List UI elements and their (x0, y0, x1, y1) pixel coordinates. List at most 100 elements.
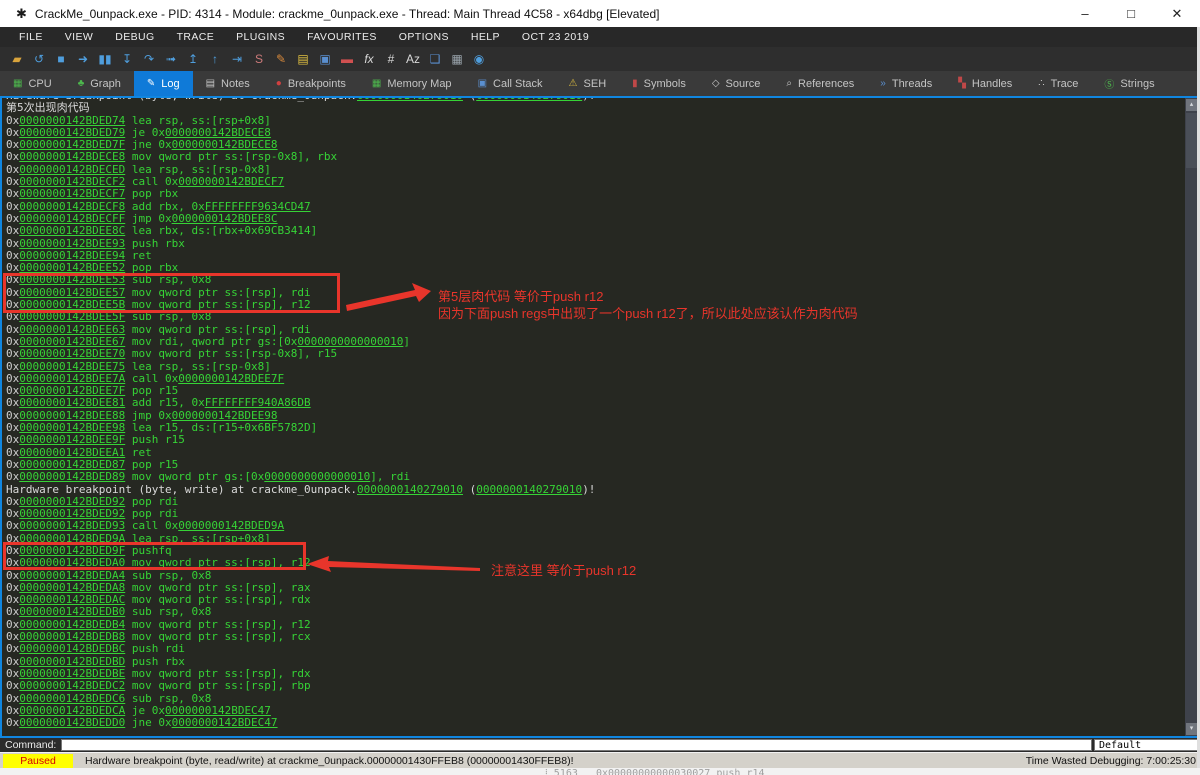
breakpoint-pill-icon[interactable]: ▬ (336, 48, 358, 70)
menu-help[interactable]: Help (460, 31, 511, 43)
address-link[interactable]: 0000000142BDEDC6 (19, 692, 125, 705)
menu-plugins[interactable]: Plugins (225, 31, 296, 43)
tab-call-stack[interactable]: ▣ Call Stack (465, 71, 556, 96)
address-link[interactable]: 0000000142BDEE7F (178, 372, 284, 385)
log-panel[interactable]: Hardware breakpoint (byte, write) at cra… (0, 96, 1200, 738)
address-link[interactable]: 0000000142BDECED (19, 163, 125, 176)
address-link[interactable]: 0000000142BDEEA1 (19, 446, 125, 459)
address-link[interactable]: 0000000142BDECF8 (19, 200, 125, 213)
address-link[interactable]: 0000000142BDEE94 (19, 249, 125, 262)
address-link[interactable]: 0000000142BDECE8 (165, 126, 271, 139)
tab-strings[interactable]: Ⓢ Strings (1091, 71, 1167, 96)
address-link[interactable]: 0000000142BDEE67 (19, 335, 125, 348)
address-link[interactable]: 0000000142BDECE8 (19, 150, 125, 163)
address-link[interactable]: 0000000142BDEE75 (19, 360, 125, 373)
address-link[interactable]: 0000000142BDECFF (19, 212, 125, 225)
tab-symbols[interactable]: ▮ Symbols (619, 71, 699, 96)
address-link[interactable]: 0000000142BDEDBC (19, 642, 125, 655)
address-link[interactable]: 0000000142BDECF7 (178, 175, 284, 188)
tab-breakpoints[interactable]: ● Breakpoints (263, 71, 359, 96)
menu-favourites[interactable]: Favourites (296, 31, 388, 43)
address-link[interactable]: FFFFFFFF9634CD47 (205, 200, 311, 213)
menu-debug[interactable]: Debug (104, 31, 165, 43)
tab-handles[interactable]: ▚ Handles (945, 71, 1025, 96)
address-link[interactable]: 0000000142BDED74 (19, 114, 125, 127)
address-link[interactable]: 0000000142BDEDBE (19, 667, 125, 680)
address-link[interactable]: 0000000142BDEE98 (19, 421, 125, 434)
address-link[interactable]: 0000000142BDEE81 (19, 396, 125, 409)
attach-icon[interactable]: ❑ (424, 48, 446, 70)
tab-notes[interactable]: ▤ Notes (193, 71, 263, 96)
stop-icon[interactable]: ■ (50, 48, 72, 70)
address-link[interactable]: 0000000142BDED92 (19, 495, 125, 508)
address-link[interactable]: 0000000142BDEE98 (172, 409, 278, 422)
menu-file[interactable]: File (8, 31, 54, 43)
address-link[interactable]: 0000000142BDEDCA (19, 704, 125, 717)
address-link[interactable]: 0000000142BDECE8 (172, 138, 278, 151)
address-link[interactable]: 0000000142BDECF7 (19, 187, 125, 200)
scrollbar-thumb[interactable] (1186, 113, 1197, 168)
address-link[interactable]: 0000000142BDED87 (19, 458, 125, 471)
open-file-icon[interactable]: ▰ (6, 48, 28, 70)
address-link[interactable]: 0000000142BDED7F (19, 138, 125, 151)
tab-seh[interactable]: ⚠ SEH (556, 71, 620, 96)
restart-icon[interactable]: ↺ (28, 48, 50, 70)
font-icon[interactable]: Az (402, 48, 424, 70)
tab-cpu[interactable]: ▦ CPU (0, 71, 65, 96)
address-link[interactable]: 0000000140279010 (357, 483, 463, 496)
address-link[interactable]: 0000000142BDEDAC (19, 593, 125, 606)
menu-options[interactable]: Options (388, 31, 460, 43)
address-link[interactable]: 0000000142BDEDA4 (19, 569, 125, 582)
address-link[interactable]: 0000000142BDEDD0 (19, 716, 125, 729)
address-link[interactable]: 0000000142BDEDB8 (19, 630, 125, 643)
tab-threads[interactable]: » Threads (867, 71, 945, 96)
address-link[interactable]: 0000000000000010 (264, 470, 370, 483)
address-link[interactable]: 0000000142BDEE93 (19, 237, 125, 250)
address-link[interactable]: FFFFFFFF940A86DB (205, 396, 311, 409)
tab-trace[interactable]: ∴ Trace (1025, 71, 1091, 96)
comment-icon[interactable]: ▤ (292, 48, 314, 70)
hash-icon[interactable]: # (380, 48, 402, 70)
address-link[interactable]: 0000000142BDEDB4 (19, 618, 125, 631)
menu-view[interactable]: View (54, 31, 104, 43)
tab-graph[interactable]: ♣ Graph (65, 71, 134, 96)
close-button[interactable]: ✕ (1154, 0, 1200, 27)
label-icon[interactable]: ▣ (314, 48, 336, 70)
tab-log[interactable]: ✎ Log (133, 71, 193, 96)
fx-icon[interactable]: fx (358, 48, 380, 70)
tab-references[interactable]: ⌕ References (773, 71, 867, 96)
address-link[interactable]: 0000000140279010 (476, 98, 582, 102)
run-icon[interactable]: ➜ (72, 48, 94, 70)
run-until-return-icon[interactable]: ↑ (204, 48, 226, 70)
address-link[interactable]: 0000000140279010 (357, 98, 463, 102)
address-link[interactable]: 0000000142BDED9A (178, 519, 284, 532)
address-link[interactable]: 0000000142BDEDC2 (19, 679, 125, 692)
step-into-icon[interactable]: ↧ (116, 48, 138, 70)
menu-trace[interactable]: Trace (166, 31, 226, 43)
address-link[interactable]: 0000000142BDEE9F (19, 433, 125, 446)
address-link[interactable]: 0000000142BDEE63 (19, 323, 125, 336)
address-link[interactable]: 0000000142BDECF2 (19, 175, 125, 188)
animate-s-icon[interactable]: S (248, 48, 270, 70)
minimize-button[interactable]: – (1062, 0, 1108, 27)
address-link[interactable]: 0000000142BDED79 (19, 126, 125, 139)
address-link[interactable]: 0000000142BDEE7A (19, 372, 125, 385)
address-link[interactable]: 0000000142BDEC47 (172, 716, 278, 729)
address-link[interactable]: 0000000142BDEE70 (19, 347, 125, 360)
maximize-button[interactable]: □ (1108, 0, 1154, 27)
step-over-icon[interactable]: ↷ (138, 48, 160, 70)
address-link[interactable]: 0000000142BDED89 (19, 470, 125, 483)
address-link[interactable]: 0000000142BDEE7F (19, 384, 125, 397)
address-link[interactable]: 0000000142BDEE88 (19, 409, 125, 422)
globe-icon[interactable]: ◉ (468, 48, 490, 70)
address-link[interactable]: 0000000142BDED92 (19, 507, 125, 520)
calculator-icon[interactable]: ▦ (446, 48, 468, 70)
step-out-icon[interactable]: ↥ (182, 48, 204, 70)
address-link[interactable]: 0000000140279010 (476, 483, 582, 496)
address-link[interactable]: 0000000142BDEDB0 (19, 605, 125, 618)
address-link[interactable]: 0000000142BDED93 (19, 519, 125, 532)
scroll-down-button[interactable]: ▾ (1186, 723, 1197, 735)
run-to-user-code-icon[interactable]: ➟ (160, 48, 182, 70)
address-link[interactable]: 0000000000000010 (297, 335, 403, 348)
command-input[interactable] (61, 739, 1092, 751)
